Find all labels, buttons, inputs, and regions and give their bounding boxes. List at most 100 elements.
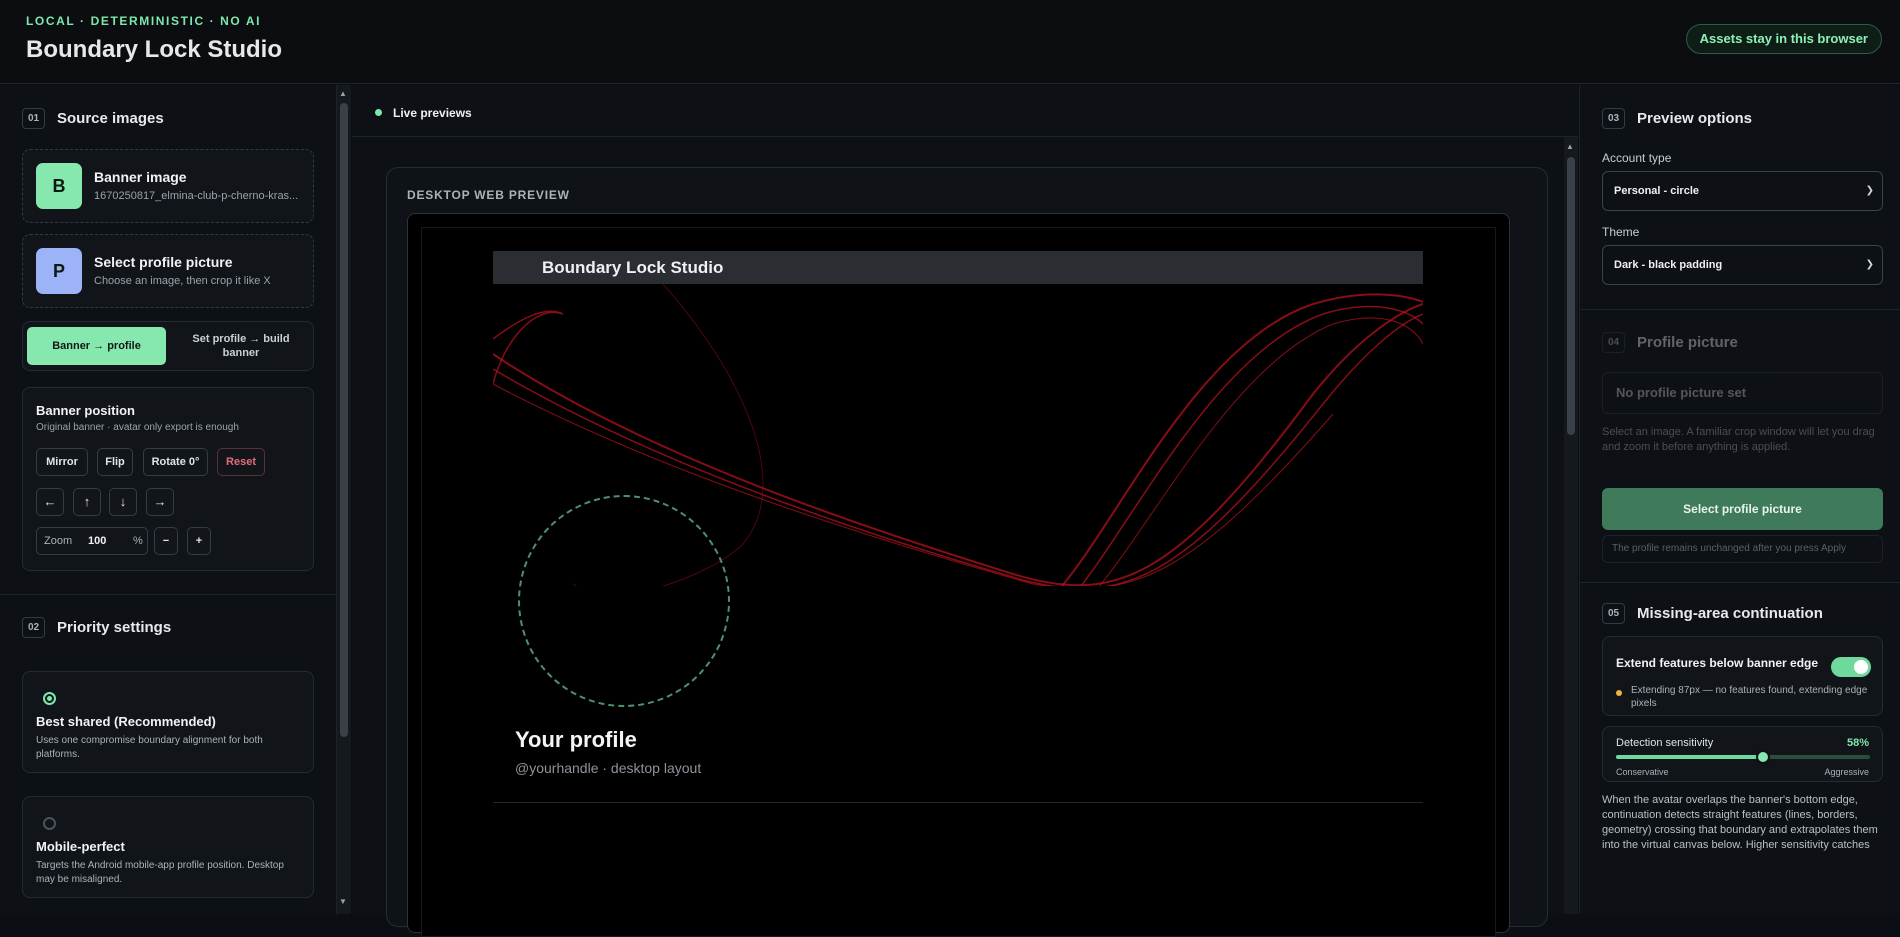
extend-features-card: Extend features below banner edge Extend… xyxy=(1602,636,1883,716)
scroll-down-icon[interactable]: ▼ xyxy=(339,897,347,906)
mode-profile-to-banner[interactable]: Set profile → build banner xyxy=(171,327,311,365)
section-number: 05 xyxy=(1602,603,1625,624)
priority-option-title: Mobile-perfect xyxy=(36,839,125,854)
profile-picker-subtitle: Choose an image, then crop it like X xyxy=(94,275,271,287)
theme-label: Theme xyxy=(1602,225,1640,239)
eyebrow-text: LOCAL · DETERMINISTIC · NO AI xyxy=(26,14,262,28)
section-title: Profile picture xyxy=(1637,334,1738,351)
mirror-button[interactable]: Mirror xyxy=(36,448,88,476)
profile-picture-empty-state: No profile picture set xyxy=(1602,372,1883,414)
banner-image-title: Banner image xyxy=(94,169,187,185)
priority-option-mobile-perfect[interactable]: Mobile-perfect Targets the Android mobil… xyxy=(22,796,314,898)
arrow-down-icon[interactable]: ↓ xyxy=(109,488,137,516)
banner-position-title: Banner position xyxy=(36,403,135,418)
mode-banner-to-profile[interactable]: Banner → profile xyxy=(27,327,166,365)
profile-picture-section: 04 Profile picture No profile picture se… xyxy=(1580,310,1900,610)
banner-file-name: 1670250817_elmina-club-p-cherno-kras... xyxy=(94,190,299,202)
profile-handle: @yourhandle · desktop layout xyxy=(515,760,702,776)
reset-button[interactable]: Reset xyxy=(217,448,265,476)
section-number: 04 xyxy=(1602,332,1625,353)
select-profile-picture-button[interactable]: Select profile picture xyxy=(1602,488,1883,530)
zoom-in-button[interactable]: + xyxy=(187,527,211,555)
profile-picker-title: Select profile picture xyxy=(94,254,233,270)
preview-panel-title: DESKTOP WEB PREVIEW xyxy=(407,188,570,202)
preview-viewport: Boundary Lock Studio Your profile @yourh… xyxy=(421,227,1496,937)
radio-selected-icon[interactable] xyxy=(43,692,56,705)
preview-options-heading: 03 Preview options xyxy=(1602,108,1752,129)
flip-button[interactable]: Flip xyxy=(97,448,133,476)
banner-image-picker[interactable]: B Banner image 1670250817_elmina-club-p-… xyxy=(22,149,314,223)
priority-option-description: Uses one compromise boundary alignment f… xyxy=(36,735,263,760)
left-scrollbar[interactable]: ▲ ▼ xyxy=(337,85,351,914)
account-type-select[interactable]: Personal - circle ❯ xyxy=(1602,171,1883,211)
mode-toggle: Banner → profile Set profile → build ban… xyxy=(22,321,314,371)
section-divider xyxy=(1580,582,1900,583)
priority-settings-heading: 02 Priority settings xyxy=(22,617,171,638)
sensitivity-slider-fill xyxy=(1616,755,1764,759)
zoom-label: Zoom xyxy=(44,535,73,547)
preview-toolbar: Live previews xyxy=(352,85,1578,137)
preview-frame: Boundary Lock Studio Your profile @yourh… xyxy=(407,213,1510,937)
section-title: Priority settings xyxy=(57,619,172,636)
caret-down-icon: ❯ xyxy=(1865,259,1874,270)
left-panel: 01 Source images B Banner image 16702508… xyxy=(0,85,337,914)
continuation-heading: 05 Missing-area continuation xyxy=(1602,603,1823,624)
profile-name: Your profile xyxy=(515,727,637,752)
toggle-knob xyxy=(1854,660,1868,674)
radio-unselected-icon[interactable] xyxy=(43,817,56,830)
extend-features-toggle[interactable] xyxy=(1831,657,1871,677)
left-scroll-thumb[interactable] xyxy=(340,103,348,737)
desktop-preview-panel: DESKTOP WEB PREVIEW Boundary Lock Studio xyxy=(386,167,1548,937)
mock-site-title: Boundary Lock Studio xyxy=(542,258,724,277)
profile-letter-icon: P xyxy=(36,248,82,294)
section-divider xyxy=(0,594,336,595)
sensitivity-label: Detection sensitivity xyxy=(1616,737,1714,749)
scroll-up-icon[interactable]: ▲ xyxy=(339,89,347,98)
arrow-up-icon[interactable]: ↑ xyxy=(73,488,101,516)
profile-picture-description: Select an image. A familiar crop window … xyxy=(1602,426,1875,453)
detection-sensitivity-card: Detection sensitivity 58% Conservative A… xyxy=(1602,726,1883,782)
theme-value: Dark - black padding xyxy=(1614,259,1723,271)
arrow-right-icon[interactable]: → xyxy=(146,488,174,516)
section-number: 02 xyxy=(22,617,45,638)
priority-option-description: Targets the Android mobile-app profile p… xyxy=(36,860,284,885)
zoom-field[interactable]: Zoom 100 % xyxy=(36,527,148,555)
zoom-unit: % xyxy=(133,535,143,547)
avatar-outline xyxy=(518,495,730,707)
profile-picture-heading: 04 Profile picture xyxy=(1602,332,1738,353)
profile-divider xyxy=(493,802,1423,803)
caret-down-icon: ❯ xyxy=(1865,185,1874,196)
section-title: Preview options xyxy=(1637,110,1753,127)
arrow-left-icon[interactable]: ← xyxy=(36,488,64,516)
sensitivity-max-label: Aggressive xyxy=(1824,767,1869,777)
priority-option-best-shared[interactable]: Best shared (Recommended) Uses one compr… xyxy=(22,671,314,773)
continuation-description: When the avatar overlaps the banner's bo… xyxy=(1602,794,1878,851)
banner-letter-icon: B xyxy=(36,163,82,209)
sensitivity-min-label: Conservative xyxy=(1616,767,1669,777)
section-title: Missing-area continuation xyxy=(1637,605,1823,622)
mock-site-header: Boundary Lock Studio xyxy=(493,251,1423,284)
banner-position-card: Banner position Original banner · avatar… xyxy=(22,387,314,571)
app-title: Boundary Lock Studio xyxy=(26,36,283,63)
sensitivity-slider-track[interactable] xyxy=(1616,750,1870,764)
account-type-value: Personal - circle xyxy=(1614,185,1699,197)
extend-features-label: Extend features below banner edge xyxy=(1616,656,1819,670)
preview-scrollbar[interactable]: ▲ xyxy=(1564,137,1578,914)
extend-status-text: Extending 87px — no features found, exte… xyxy=(1631,685,1868,709)
rotate-button[interactable]: Rotate 0° xyxy=(143,448,208,476)
privacy-pill: Assets stay in this browser xyxy=(1685,24,1882,54)
profile-picture-picker[interactable]: P Select profile picture Choose an image… xyxy=(22,234,314,308)
live-previews-label: Live previews xyxy=(393,106,472,120)
banner-position-subtitle: Original banner · avatar only export is … xyxy=(36,422,239,433)
top-bar: LOCAL · DETERMINISTIC · NO AI Boundary L… xyxy=(0,0,1900,84)
preview-scroll-thumb[interactable] xyxy=(1567,157,1575,435)
sensitivity-slider-thumb[interactable] xyxy=(1756,750,1771,764)
section-number: 03 xyxy=(1602,108,1625,129)
warning-dot-icon xyxy=(1616,690,1622,696)
right-panel: 03 Preview options Account type Personal… xyxy=(1579,85,1900,914)
theme-select[interactable]: Dark - black padding ❯ xyxy=(1602,245,1883,285)
account-type-label: Account type xyxy=(1602,151,1672,165)
zoom-out-button[interactable]: − xyxy=(154,527,178,555)
scroll-up-icon[interactable]: ▲ xyxy=(1566,142,1574,151)
sensitivity-value: 58% xyxy=(1846,737,1869,749)
